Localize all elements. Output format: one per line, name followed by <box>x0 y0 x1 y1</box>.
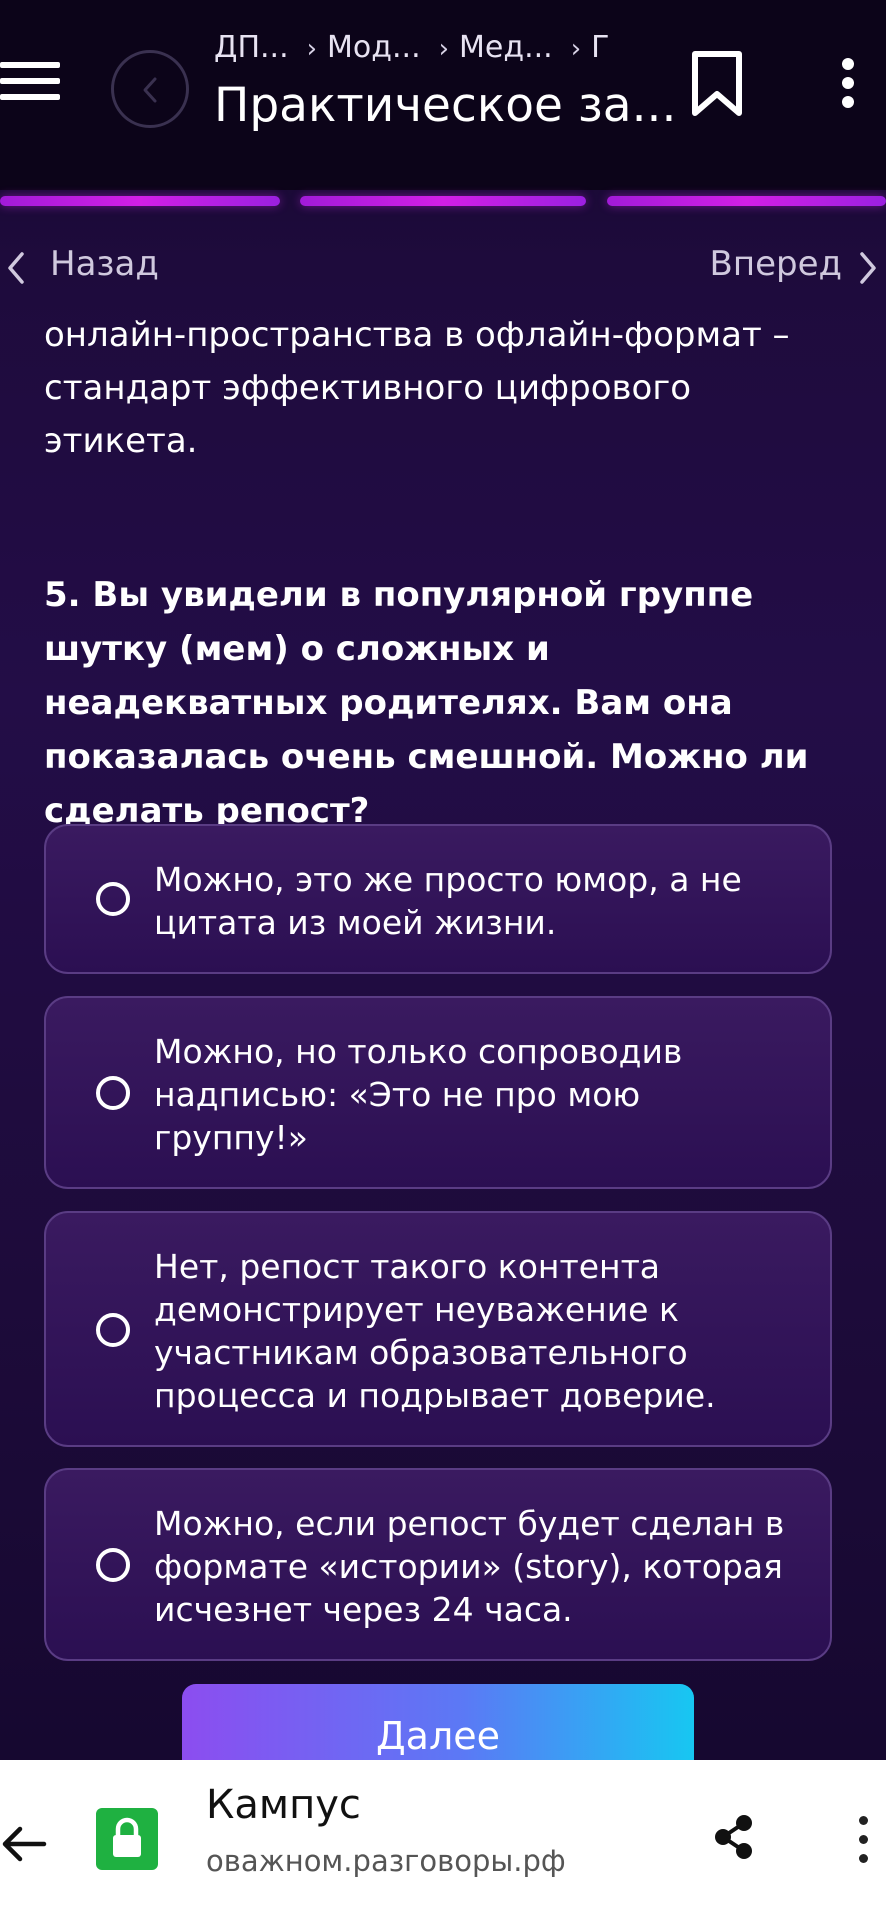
bookmark-button[interactable] <box>690 50 744 118</box>
option-label: Нет, репост такого контента демонстрируе… <box>154 1247 716 1415</box>
paragraph-text: деструктивного диалога из публичного онл… <box>44 300 790 461</box>
progress-segment <box>0 196 280 206</box>
share-icon[interactable] <box>712 1812 756 1862</box>
chevron-right-icon: › <box>438 34 450 64</box>
back-button[interactable] <box>111 50 189 128</box>
browser-bottom-bar: Кампус оважном.разговоры.рф <box>0 1760 886 1920</box>
chevron-left-icon <box>8 252 24 284</box>
answer-option[interactable]: Нет, репост такого контента демонстрируе… <box>44 1211 832 1447</box>
site-url[interactable]: оважном.разговоры.рф <box>206 1844 566 1878</box>
nav-back-label: Назад <box>50 244 159 284</box>
breadcrumb-item[interactable]: ДП... <box>214 30 289 65</box>
bookmark-icon <box>692 51 742 116</box>
radio-button[interactable] <box>96 1548 130 1582</box>
option-label: Можно, если репост будет сделан в формат… <box>154 1504 785 1629</box>
more-vertical-icon[interactable] <box>838 58 858 108</box>
breadcrumb-item[interactable]: Мед... <box>459 30 553 65</box>
chevron-left-icon <box>143 77 157 103</box>
chevron-right-icon: › <box>570 34 582 64</box>
radio-button[interactable] <box>96 1313 130 1347</box>
answer-option[interactable]: Можно, если репост будет сделан в формат… <box>44 1468 832 1661</box>
radio-button[interactable] <box>96 882 130 916</box>
chevron-right-icon <box>860 252 876 284</box>
nav-forward-label: Вперед <box>709 244 842 284</box>
answer-option[interactable]: Можно, это же просто юмор, а не цитата и… <box>44 824 832 974</box>
progress-segment <box>607 196 886 206</box>
breadcrumb-item[interactable]: Г <box>591 30 609 65</box>
chevron-right-icon: › <box>306 34 318 64</box>
question-text: 5. Вы увидели в популярной группе шутку … <box>44 575 809 831</box>
menu-icon[interactable] <box>0 62 62 104</box>
browser-back-button[interactable] <box>0 1824 48 1864</box>
option-label: Можно, но только сопроводив надписью: «Э… <box>154 1032 683 1157</box>
top-app-bar: ДП... › Мод... › Мед... › Г Практическое за... <box>0 0 886 190</box>
page-title: Практическое за... <box>214 78 677 133</box>
option-label: Можно, это же просто юмор, а не цитата и… <box>154 860 742 942</box>
arrow-left-icon <box>2 1826 47 1862</box>
site-title: Кампус <box>206 1782 361 1828</box>
share-glyph <box>715 1815 752 1859</box>
progress-segment <box>300 196 586 206</box>
breadcrumb-item[interactable]: Мод... <box>327 30 421 65</box>
nav-forward-link[interactable]: Вперед <box>666 242 886 292</box>
more-vertical-icon[interactable] <box>856 1814 872 1866</box>
radio-button[interactable] <box>96 1076 130 1110</box>
breadcrumb: ДП... › Мод... › Мед... › Г <box>214 30 609 70</box>
answer-option[interactable]: Можно, но только сопроводив надписью: «Э… <box>44 996 832 1189</box>
next-button[interactable]: Далее <box>182 1684 694 1760</box>
task-content: деструктивного диалога из публичного онл… <box>0 300 886 1760</box>
lock-icon[interactable] <box>96 1808 158 1870</box>
lock-glyph <box>113 1817 141 1857</box>
